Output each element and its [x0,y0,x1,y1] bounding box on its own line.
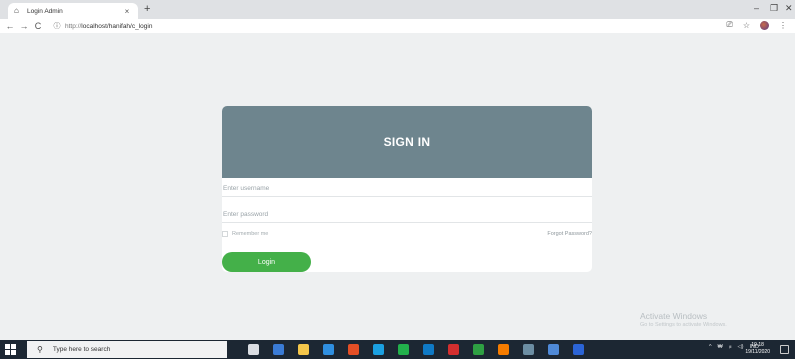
clock-date: 19/11/2020 [745,349,770,355]
site-info-icon[interactable]: ⓘ [51,21,63,31]
login-button[interactable]: Login [222,252,311,272]
clock-time: 19.18 [751,342,764,348]
search-icon: ⚲ [37,345,43,354]
page-content: SIGN IN Remember me Forgot Password? Log… [0,33,795,340]
remember-me-label[interactable]: Remember me [232,231,268,237]
minimize-button[interactable]: – [754,3,759,13]
username-input[interactable] [223,184,592,192]
taskbar-app-icon[interactable] [248,344,259,355]
taskbar-app-icon[interactable] [448,344,459,355]
close-tab-icon[interactable]: × [122,7,132,16]
taskbar-app-icon[interactable] [473,344,484,355]
watermark-subtitle: Go to Settings to activate Windows. [640,322,727,328]
remember-me-checkbox[interactable] [222,231,228,237]
taskbar-app-icon[interactable] [323,344,334,355]
new-tab-button[interactable]: + [144,3,150,15]
bookmark-star-icon[interactable]: ☆ [743,21,750,30]
volume-icon[interactable]: ◁) [737,344,743,350]
password-field [222,206,592,223]
remember-me: Remember me [222,231,268,237]
url-scheme: http:// [65,22,82,30]
watermark-title: Activate Windows [640,311,708,321]
password-input[interactable] [223,210,592,218]
username-field [222,180,592,197]
cast-icon[interactable]: ⎚ [726,20,732,30]
activate-windows-watermark: Activate Windows Go to Settings to activ… [640,311,727,328]
taskbar-app-icon[interactable] [498,344,509,355]
taskbar-search-box[interactable]: ⚲ Type here to search [27,341,227,358]
toolbar-right: ⎚ ☆ ⋮ [726,20,787,30]
notification-center-icon[interactable] [780,345,789,354]
taskbar-app-icon[interactable] [273,344,284,355]
profile-avatar[interactable] [760,20,769,30]
login-card-header: SIGN IN [222,106,592,178]
browser-tab-bar: ⌂ Login Admin × + – ❐ ✕ [0,0,795,19]
taskbar-app-icon[interactable] [423,344,434,355]
back-icon[interactable]: ← [3,21,17,31]
taskbar-app-icon[interactable] [373,344,384,355]
home-favicon-icon: ⌂ [14,6,19,15]
login-card: SIGN IN Remember me Forgot Password? Log… [222,106,592,272]
reload-icon[interactable]: C [31,21,45,31]
taskbar-app-icons [248,344,584,355]
windows-start-icon[interactable] [5,344,17,355]
tab-title: Login Admin [27,7,63,15]
login-options: Remember me Forgot Password? [222,227,592,241]
taskbar-app-icon[interactable] [523,344,534,355]
close-window-button[interactable]: ✕ [785,3,793,13]
browser-toolbar: ← → C ⓘ http://localhost/hanifah/c_login… [0,19,795,33]
restore-button[interactable]: ❐ [770,3,778,13]
tray-chevron-icon[interactable]: ^ [709,344,712,350]
forgot-password-link[interactable]: Forgot Password? [547,231,592,237]
taskbar-search-placeholder: Type here to search [52,346,111,353]
forward-icon[interactable]: → [17,21,31,31]
sign-in-title: SIGN IN [383,135,431,149]
taskbar-app-icon[interactable] [548,344,559,355]
url-host-path: localhost/hanifah/c_login [81,22,153,30]
taskbar-app-icon[interactable] [348,344,359,355]
taskbar-app-icon[interactable] [398,344,409,355]
taskbar-clock[interactable]: 19.18 19/11/2020 [745,342,770,356]
taskbar-app-icon[interactable] [573,344,584,355]
network-icon[interactable]: ₩ [718,344,723,350]
wifi-icon[interactable]: ᵢₗₗ [729,344,732,350]
browser-menu-icon[interactable]: ⋮ [779,21,787,30]
address-bar[interactable]: http://localhost/hanifah/c_login [65,23,152,30]
taskbar-app-icon[interactable] [298,344,309,355]
windows-taskbar: ⚲ Type here to search ^ ₩ ᵢₗₗ ◁) IND 19.… [0,340,795,359]
browser-tab[interactable]: ⌂ Login Admin × [8,3,138,19]
